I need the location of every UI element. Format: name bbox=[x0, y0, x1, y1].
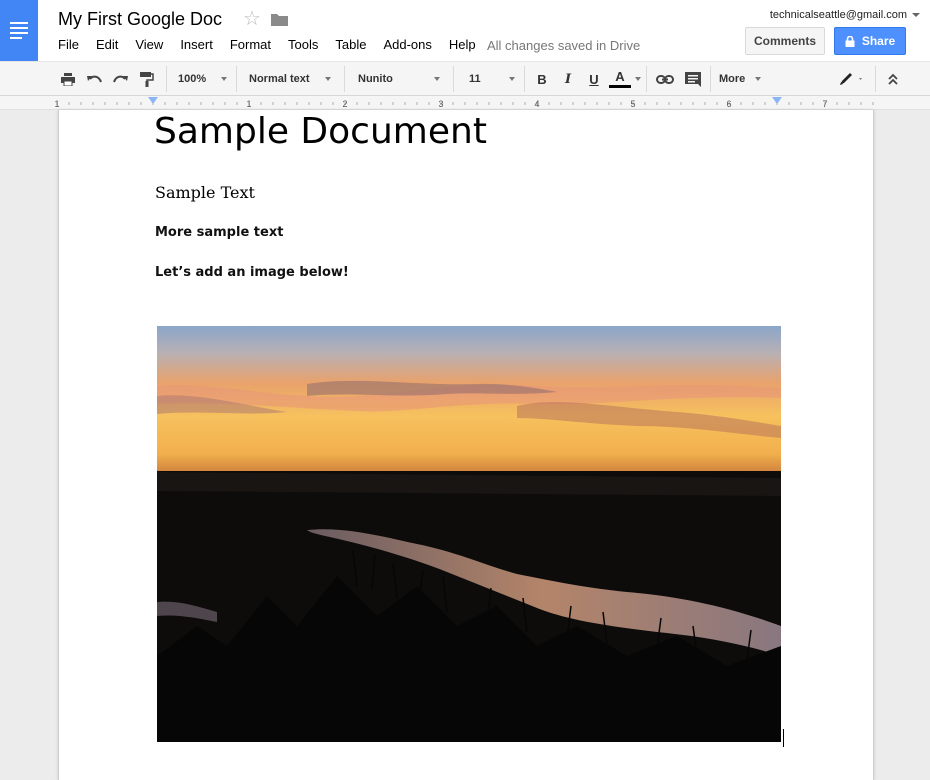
text-color-button[interactable]: A bbox=[607, 62, 633, 96]
more-label: More bbox=[719, 73, 746, 85]
ruler-label: 2 bbox=[342, 99, 347, 109]
ruler-label: 5 bbox=[630, 99, 635, 109]
print-button[interactable] bbox=[58, 62, 78, 96]
paragraph-style-value: Normal text bbox=[249, 73, 310, 85]
italic-icon: I bbox=[564, 71, 572, 87]
docs-logo-icon[interactable] bbox=[0, 0, 38, 61]
redo-icon bbox=[112, 75, 128, 83]
collapse-icon bbox=[888, 73, 898, 85]
insert-comment-button[interactable] bbox=[682, 62, 704, 96]
menu-table[interactable]: Table bbox=[335, 37, 366, 55]
menu-bar: File Edit View Insert Format Tools Table… bbox=[58, 37, 493, 55]
document-page[interactable]: Sample Document Sample Text More sample … bbox=[58, 110, 874, 780]
italic-button[interactable]: I bbox=[558, 62, 578, 96]
print-icon bbox=[61, 72, 75, 86]
ruler-scale: 1 1 2 3 4 5 6 7 bbox=[54, 97, 874, 109]
toolbar: 100% Normal text Nunito 11 B I U A More bbox=[0, 61, 930, 96]
pencil-icon bbox=[840, 73, 862, 85]
chevron-down-icon bbox=[221, 77, 227, 81]
share-button[interactable]: Share bbox=[834, 27, 906, 55]
editing-mode-button[interactable] bbox=[836, 62, 866, 96]
redo-button[interactable] bbox=[110, 62, 130, 96]
star-icon[interactable]: ☆ bbox=[243, 9, 261, 29]
menu-file[interactable]: File bbox=[58, 37, 79, 55]
ruler[interactable]: 1 1 2 3 4 5 6 7 bbox=[0, 96, 930, 110]
paragraph-style-select[interactable]: Normal text bbox=[249, 62, 331, 96]
menu-insert[interactable]: Insert bbox=[180, 37, 213, 55]
left-indent-marker[interactable] bbox=[148, 97, 158, 104]
chevron-down-icon[interactable] bbox=[635, 77, 641, 81]
menu-view[interactable]: View bbox=[135, 37, 163, 55]
font-size-select[interactable]: 11 bbox=[469, 62, 515, 96]
underline-button[interactable]: U bbox=[584, 62, 604, 96]
bold-icon: B bbox=[537, 71, 547, 87]
undo-button[interactable] bbox=[84, 62, 104, 96]
sunset-photo-drawing bbox=[157, 326, 781, 742]
paint-format-button[interactable] bbox=[137, 62, 157, 96]
font-select[interactable]: Nunito bbox=[358, 62, 440, 96]
ruler-label: 1 bbox=[54, 99, 59, 109]
ruler-label: 3 bbox=[438, 99, 443, 109]
comments-button[interactable]: Comments bbox=[745, 27, 825, 55]
ruler-label: 1 bbox=[246, 99, 251, 109]
insert-link-button[interactable] bbox=[654, 62, 676, 96]
app-header: My First Google Doc ☆ File Edit View Ins… bbox=[0, 0, 930, 61]
chevron-down-icon bbox=[509, 77, 515, 81]
comment-icon bbox=[685, 71, 701, 87]
link-icon bbox=[656, 74, 674, 84]
text-cursor bbox=[783, 729, 784, 747]
share-label: Share bbox=[861, 34, 896, 48]
underline-icon: U bbox=[589, 71, 599, 87]
paint-format-icon bbox=[140, 71, 154, 87]
right-indent-marker[interactable] bbox=[772, 97, 782, 104]
text-color-icon: A bbox=[615, 69, 625, 84]
account-menu[interactable]: technicalseattle@gmail.com bbox=[770, 9, 920, 21]
bold-button[interactable]: B bbox=[532, 62, 552, 96]
menu-add-ons[interactable]: Add-ons bbox=[383, 37, 431, 55]
undo-icon bbox=[86, 75, 102, 83]
account-email: technicalseattle@gmail.com bbox=[769, 9, 907, 21]
ruler-label: 7 bbox=[822, 99, 827, 109]
menu-format[interactable]: Format bbox=[230, 37, 271, 55]
sunset-photo[interactable] bbox=[157, 326, 781, 742]
menu-help[interactable]: Help bbox=[449, 37, 476, 55]
font-value: Nunito bbox=[358, 73, 393, 85]
chevron-down-icon bbox=[912, 13, 920, 18]
collapse-toolbar-button[interactable] bbox=[884, 62, 902, 96]
document-title[interactable]: My First Google Doc bbox=[58, 9, 222, 30]
lock-icon bbox=[845, 35, 855, 47]
chevron-down-icon bbox=[434, 77, 440, 81]
folder-icon[interactable] bbox=[271, 13, 288, 26]
paragraph-image-intro[interactable]: Let’s add an image below! bbox=[155, 265, 349, 280]
paragraph-sample-text[interactable]: Sample Text bbox=[155, 183, 255, 202]
ruler-label: 4 bbox=[534, 99, 539, 109]
menu-edit[interactable]: Edit bbox=[96, 37, 118, 55]
text-color-swatch bbox=[609, 85, 631, 88]
ruler-label: 6 bbox=[726, 99, 731, 109]
paragraph-more-sample-text[interactable]: More sample text bbox=[155, 225, 283, 240]
more-button[interactable]: More bbox=[719, 62, 761, 96]
menu-tools[interactable]: Tools bbox=[288, 37, 318, 55]
save-status[interactable]: All changes saved in Drive bbox=[487, 38, 640, 53]
font-size-value: 11 bbox=[469, 73, 481, 85]
zoom-select[interactable]: 100% bbox=[178, 62, 227, 96]
chevron-down-icon bbox=[325, 77, 331, 81]
document-heading[interactable]: Sample Document bbox=[154, 111, 487, 153]
zoom-value: 100% bbox=[178, 73, 207, 85]
chevron-down-icon bbox=[755, 77, 761, 81]
